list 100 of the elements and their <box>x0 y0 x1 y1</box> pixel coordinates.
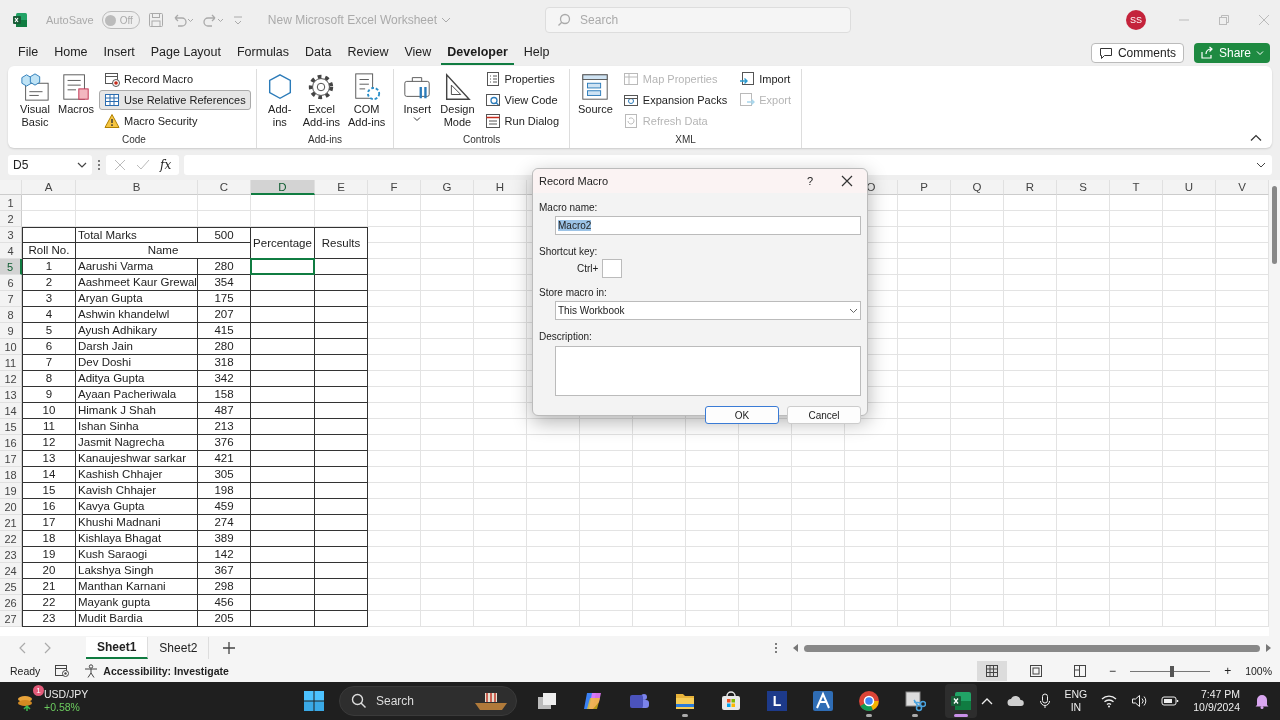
menu-tab[interactable]: Formulas <box>230 41 296 65</box>
row-header[interactable]: 6 <box>0 275 22 291</box>
zoom-out-button[interactable]: − <box>1109 664 1117 678</box>
menu-tab[interactable]: Insert <box>97 41 141 65</box>
row-header[interactable]: 9 <box>0 323 22 339</box>
taskbar-app[interactable]: L <box>761 684 793 718</box>
menu-tab[interactable]: Review <box>341 41 395 65</box>
row-header[interactable]: 26 <box>0 595 22 611</box>
macro-name-field[interactable]: Macro2 <box>555 216 861 235</box>
collapse-ribbon-icon[interactable] <box>1250 134 1262 142</box>
ribbon-button[interactable]: Source <box>575 69 616 134</box>
expand-icon[interactable] <box>1256 161 1266 169</box>
sheet-tab[interactable]: Sheet1 <box>86 637 149 659</box>
row-header[interactable]: 5 <box>0 259 22 275</box>
row-header[interactable]: 23 <box>0 547 22 563</box>
widget-title[interactable]: USD/JPY <box>44 688 89 701</box>
macro-record-icon[interactable] <box>54 664 71 678</box>
ribbon-button[interactable]: Record Macro <box>99 69 251 89</box>
wifi-icon[interactable] <box>1101 694 1118 708</box>
row-header[interactable]: 16 <box>0 435 22 451</box>
normal-view-button[interactable] <box>977 661 1008 681</box>
ribbon-button[interactable]: Excel Add-ins <box>299 69 344 134</box>
menu-tab[interactable]: File <box>12 41 45 65</box>
scroll-right-icon[interactable] <box>1264 643 1272 653</box>
insert-function-button[interactable]: fx <box>160 158 172 172</box>
cloud-icon[interactable] <box>1006 695 1025 707</box>
speaker-icon[interactable] <box>1131 694 1148 708</box>
ribbon-button[interactable]: Add- ins <box>261 69 298 134</box>
row-header[interactable]: 4 <box>0 243 22 259</box>
column-header[interactable]: D <box>251 180 315 195</box>
share-button[interactable]: Share <box>1193 43 1270 63</box>
menu-tab[interactable]: Developer <box>441 41 514 65</box>
row-header[interactable]: 22 <box>0 531 22 547</box>
row-header[interactable]: 13 <box>0 387 22 403</box>
sheet-tab[interactable]: Sheet2 <box>148 637 210 659</box>
start-icon[interactable] <box>303 690 325 712</box>
menu-tab[interactable]: Home <box>48 41 94 65</box>
row-header[interactable]: 27 <box>0 611 22 627</box>
bell-icon[interactable] <box>1254 693 1270 709</box>
menu-tab[interactable]: Page Layout <box>144 41 227 65</box>
battery-icon[interactable] <box>1161 695 1180 707</box>
chevron-up-icon[interactable] <box>980 697 993 705</box>
row-header[interactable]: 24 <box>0 563 22 579</box>
more-icon[interactable] <box>774 641 778 655</box>
ribbon-button[interactable]: Run Dialog <box>479 111 564 131</box>
add-sheet-icon[interactable] <box>223 642 236 654</box>
row-header[interactable]: 11 <box>0 355 22 371</box>
row-header[interactable]: 15 <box>0 419 22 435</box>
row-header[interactable]: 1 <box>0 195 22 211</box>
menu-tab[interactable]: Data <box>299 41 338 65</box>
menu-tab[interactable]: Help <box>517 41 556 65</box>
ribbon-button[interactable]: Macro Security <box>99 111 251 131</box>
row-header[interactable]: 20 <box>0 499 22 515</box>
row-header[interactable]: 17 <box>0 451 22 467</box>
menu-tab[interactable]: View <box>398 41 438 65</box>
ribbon-button[interactable]: View Code <box>479 90 564 110</box>
search-field[interactable]: Search <box>545 7 852 33</box>
vertical-scrollbar[interactable] <box>1269 180 1280 636</box>
ribbon-button[interactable]: Expansion Packs <box>617 90 733 110</box>
row-header[interactable]: 25 <box>0 579 22 595</box>
excel-logo-icon[interactable] <box>12 12 28 28</box>
slider-thumb[interactable] <box>1169 665 1174 677</box>
horizontal-scrollbar[interactable] <box>792 641 1272 655</box>
language-indicator[interactable]: ENG IN <box>1064 688 1088 714</box>
comments-button[interactable]: Comments <box>1090 43 1184 63</box>
ribbon-button[interactable]: Insert <box>399 69 436 134</box>
help-button[interactable]: ? <box>806 175 813 187</box>
active-cell[interactable] <box>250 258 315 275</box>
cancel-button[interactable]: Cancel <box>787 406 861 424</box>
shortcut-key-field[interactable] <box>602 259 623 278</box>
row-header[interactable]: 10 <box>0 339 22 355</box>
row-header[interactable]: 8 <box>0 307 22 323</box>
description-field[interactable] <box>555 346 861 396</box>
ribbon-button[interactable]: Design Mode <box>437 69 478 134</box>
row-header[interactable]: 2 <box>0 211 22 227</box>
taskbar-search-field[interactable]: Search <box>339 686 517 716</box>
ribbon-button[interactable]: Macros <box>55 69 98 134</box>
ok-button[interactable]: OK <box>705 406 779 424</box>
ribbon-button[interactable]: Properties <box>479 69 564 89</box>
ribbon-button[interactable]: Use Relative References <box>99 90 251 110</box>
checkmark-icon[interactable] <box>136 159 150 171</box>
ribbon-button[interactable]: Import <box>734 69 797 89</box>
store-location-dropdown[interactable]: This Workbook <box>555 301 861 320</box>
name-box[interactable]: D5 <box>8 155 92 175</box>
zoom-in-button[interactable]: + <box>1224 664 1232 678</box>
row-header[interactable]: 19 <box>0 483 22 499</box>
close-icon[interactable] <box>841 175 853 187</box>
more-icon[interactable] <box>97 158 101 172</box>
formula-input[interactable] <box>184 155 1272 175</box>
row-header[interactable]: 3 <box>0 227 22 243</box>
clock[interactable]: 7:47 PM 10/9/2024 <box>1193 688 1240 714</box>
ribbon-button[interactable]: COM Add-ins <box>345 69 389 134</box>
zoom-level[interactable]: 100% <box>1245 665 1272 677</box>
row-header[interactable]: 7 <box>0 291 22 307</box>
row-header[interactable]: 12 <box>0 371 22 387</box>
taskbar-app[interactable] <box>945 684 977 718</box>
ribbon-button[interactable]: Visual Basic <box>17 69 53 134</box>
user-avatar[interactable]: SS <box>1126 10 1146 30</box>
microphone-icon[interactable] <box>1038 693 1051 709</box>
row-header[interactable]: 21 <box>0 515 22 531</box>
